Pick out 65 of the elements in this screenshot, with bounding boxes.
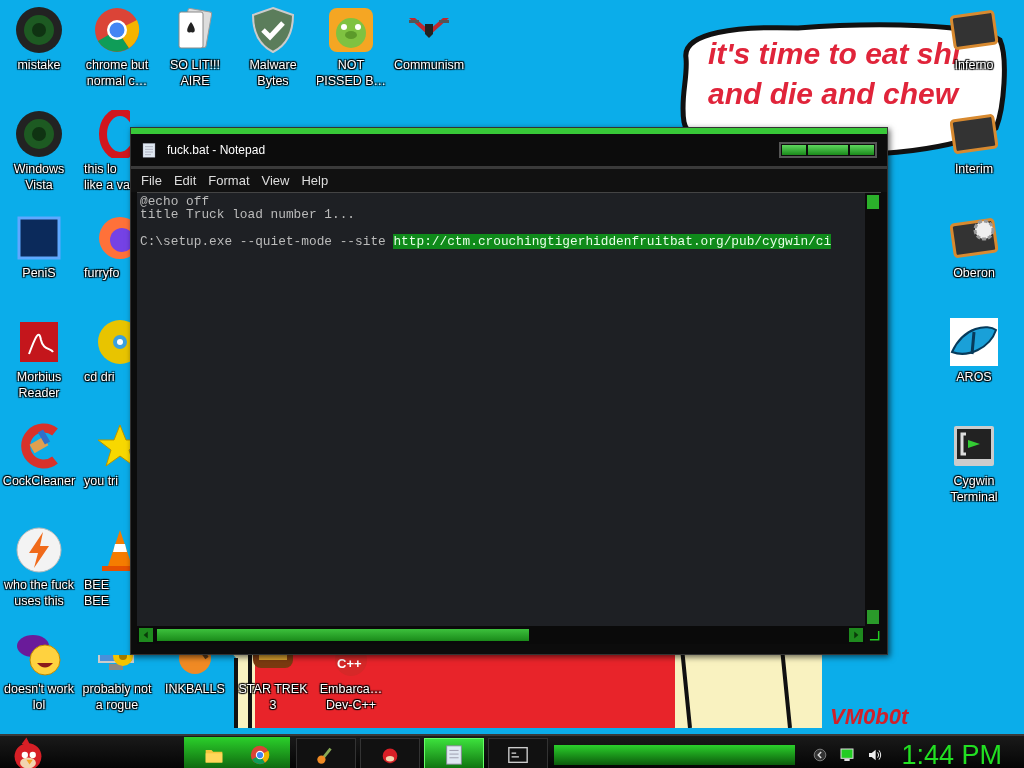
icon-label[interactable]: CockCleaner [2, 473, 76, 489]
icon-label[interactable]: BEE BEE [84, 577, 109, 609]
icon-label[interactable]: NOT PISSED B… [315, 57, 387, 89]
icon-label[interactable]: STAR TREK 3 [238, 681, 308, 713]
notepad-icon [141, 141, 157, 159]
menu-item[interactable]: Format [202, 171, 256, 190]
pig-icon[interactable] [327, 6, 375, 54]
icon-label[interactable]: Windows Vista [13, 161, 65, 193]
monitor-icon[interactable] [839, 747, 856, 763]
star-icon[interactable] [96, 422, 130, 470]
scroll-thumb[interactable] [867, 195, 879, 209]
chevron-icon[interactable] [813, 748, 828, 762]
shield-icon[interactable] [249, 6, 297, 54]
icon-label[interactable]: Cygwin Terminal [950, 473, 998, 505]
browser-icon[interactable] [250, 745, 270, 765]
menu-item[interactable]: Edit [167, 171, 203, 190]
icon-label[interactable]: doesn't work lol [4, 681, 74, 713]
icon-label[interactable]: furryfo [84, 265, 120, 281]
scroll-right-button[interactable] [849, 628, 863, 642]
badge-text: C++ [337, 656, 362, 671]
window-title: fuck.bat - Notepad [167, 143, 267, 157]
icon-label[interactable]: Embarca… Dev-C++ [319, 681, 383, 713]
menu-item[interactable]: View [255, 171, 296, 190]
ring-icon[interactable] [15, 110, 63, 158]
icon-label[interactable]: AROS [956, 369, 992, 385]
code-line: C:\setup.exe --quiet-mode --site [140, 234, 387, 249]
resize-grip-icon [867, 628, 881, 642]
ring-icon[interactable] [15, 6, 63, 54]
scroll-thumb[interactable] [157, 629, 529, 641]
square-icon[interactable] [15, 214, 63, 262]
signature-text: VM0b0t [830, 704, 909, 730]
lightning-icon[interactable] [15, 526, 63, 574]
icon-label[interactable]: cd dri [84, 369, 115, 385]
bubble-text-line: and die and chew [708, 76, 961, 112]
taskbar-button[interactable] [296, 738, 356, 768]
icon-label[interactable]: mistake [17, 57, 61, 73]
icon-label[interactable]: INKBALLS [165, 681, 225, 697]
icon-label[interactable]: Morbius Reader [16, 369, 62, 401]
vertical-scrollbar[interactable] [865, 193, 881, 626]
eye-icon[interactable] [950, 318, 998, 366]
icon-label[interactable]: this lo like a va [84, 161, 130, 193]
icon-label[interactable]: PeniS [22, 265, 56, 281]
browser-icon[interactable] [93, 6, 141, 54]
taskbar-button[interactable] [488, 738, 548, 768]
speaker-icon[interactable] [867, 747, 884, 763]
icon-label[interactable]: Oberon [953, 265, 995, 281]
icon-label[interactable]: Communism [393, 57, 465, 73]
menu-item[interactable]: File [135, 171, 168, 190]
code-line: @echo off [140, 194, 210, 209]
icon-label[interactable]: Interim [954, 161, 994, 177]
icon-label[interactable]: probably not a rogue [82, 681, 152, 713]
icon-label[interactable]: SO LIT!!! AIRE [170, 57, 220, 89]
selected-text: http://ctm.crouchingtigerhiddenfruitbat.org/pub/cygwin/ci [393, 234, 832, 249]
clock[interactable]: 1:44 PM [901, 739, 1016, 768]
horizontal-scrollbar[interactable] [137, 626, 865, 644]
icon-label[interactable]: you tri [84, 473, 119, 489]
icon-label[interactable]: chrome but normal c… [85, 57, 149, 89]
menu-item[interactable]: Help [295, 171, 335, 190]
icon-label[interactable]: Malware Bytes [249, 57, 297, 89]
code-line: title Truck load number 1... [140, 207, 356, 222]
icon-label[interactable]: who the fuck uses this [3, 577, 75, 609]
scroll-left-button[interactable] [139, 628, 153, 642]
taskbar-button[interactable] [360, 738, 420, 768]
terminal-icon [507, 744, 529, 766]
notepad-icon [443, 744, 465, 766]
